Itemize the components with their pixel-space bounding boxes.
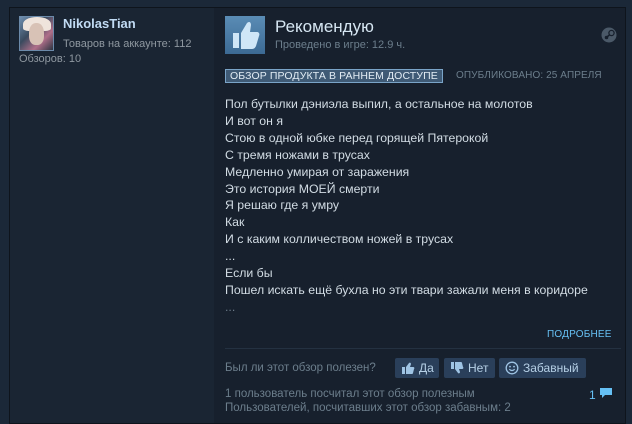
vote-funny-label: Забавный <box>523 361 579 375</box>
avatar-face <box>29 23 44 45</box>
review-card: NikolasTian Товаров на аккаунте: 112 Обз… <box>9 7 626 424</box>
review-line: Это история МОЕЙ смерти <box>225 181 380 196</box>
early-access-badge[interactable]: ОБЗОР ПРОДУКТА В РАННЕМ ДОСТУПЕ <box>225 69 443 83</box>
vote-no-label: Нет <box>468 361 489 375</box>
verdict-title[interactable]: Рекомендую <box>275 17 374 37</box>
helpful-question: Был ли этот обзор полезен? <box>225 362 376 374</box>
smiley-icon <box>505 361 519 375</box>
review-line: Стою в одной юбке перед горящей Пятероко… <box>225 130 489 145</box>
review-line: Как <box>225 215 245 230</box>
vote-no-button[interactable]: Нет <box>444 358 495 378</box>
review-line: ... <box>225 249 236 264</box>
thumbs-down-icon <box>450 361 464 375</box>
review-line: ... <box>225 299 236 314</box>
review-line: Медленно умирая от заражения <box>225 164 410 179</box>
review-line: С тремя ножами в трусах <box>225 147 370 162</box>
thumbs-up-icon <box>225 16 265 54</box>
author-name[interactable]: NikolasTian <box>63 16 136 31</box>
products-owned[interactable]: Товаров на аккаунте: 112 <box>63 38 191 50</box>
reviews-count[interactable]: Обзоров: 10 <box>19 53 81 65</box>
read-more-link[interactable]: ПОДРОБНЕЕ <box>547 329 612 340</box>
comments-link[interactable]: 1 <box>589 387 613 402</box>
review-line: И с каким колличеством ножей в трусах <box>225 232 454 247</box>
review-body: Пол бутылки дэниэла выпил, а остальное н… <box>225 96 621 316</box>
author-panel: NikolasTian Товаров на аккаунте: 112 Обз… <box>10 8 214 423</box>
comment-icon <box>596 387 613 402</box>
divider <box>225 348 621 349</box>
review-line: Я решаю где я умру <box>225 198 340 213</box>
steam-icon <box>601 27 617 43</box>
review-content: Рекомендую Проведено в игре: 12.9 ч. ОБЗ… <box>224 8 624 423</box>
playtime: Проведено в игре: 12.9 ч. <box>275 39 406 51</box>
review-line: И вот он я <box>225 113 283 128</box>
funny-count: Пользователей, посчитавших этот обзор за… <box>225 402 511 414</box>
thumbs-up-icon <box>401 361 415 375</box>
review-line: Пошел искать ещё бухла но эти твари зажа… <box>225 282 588 297</box>
vote-funny-button[interactable]: Забавный <box>499 358 586 378</box>
helpful-count: 1 пользователь посчитал этот обзор полез… <box>225 388 475 400</box>
comment-count: 1 <box>589 387 596 402</box>
vote-yes-label: Да <box>419 361 434 375</box>
review-line: Пол бутылки дэниэла выпил, а остальное н… <box>225 97 533 111</box>
posted-date: ОПУБЛИКОВАНО: 25 АПРЕЛЯ <box>456 70 602 81</box>
vote-yes-button[interactable]: Да <box>395 358 439 378</box>
avatar[interactable] <box>19 16 54 51</box>
review-line: Если бы <box>225 266 273 281</box>
